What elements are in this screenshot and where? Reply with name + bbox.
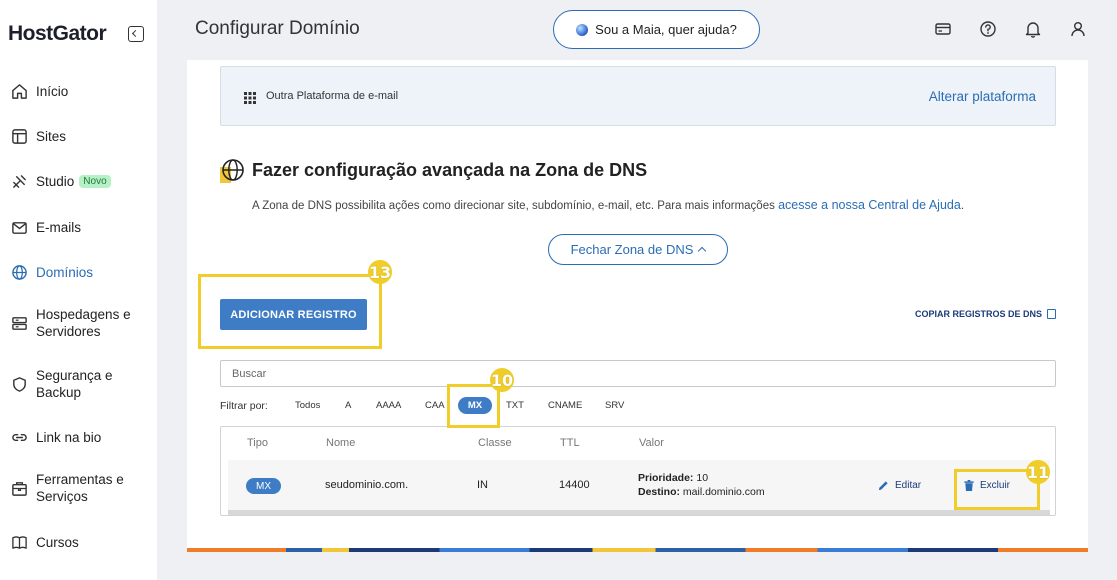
bell-icon[interactable] (1023, 19, 1043, 39)
sidebar-item-label: Studio (36, 173, 75, 189)
step-marker-10: 10 (490, 368, 514, 392)
sidebar-item-cursos[interactable]: Cursos (10, 533, 150, 551)
sidebar-item-sites[interactable]: Sites (10, 127, 150, 145)
horizontal-scrollbar[interactable] (228, 510, 1050, 515)
brand-stripe (187, 548, 1088, 552)
help-center-link[interactable]: acesse a nossa Central de Ajuda (778, 198, 961, 212)
copy-icon (1047, 309, 1056, 319)
sidebar-item-label: Domínios (36, 264, 94, 280)
search-input[interactable] (221, 361, 1055, 386)
record-class: IN (477, 479, 488, 491)
email-platform-label: Outra Plataforma de e-mail (266, 90, 399, 102)
page-title: Configurar Domínio (195, 18, 360, 39)
sidebar-item-link-bio[interactable]: Link na bio (10, 428, 150, 446)
collapse-sidebar-icon[interactable] (128, 26, 144, 42)
close-dns-zone-label: Fechar Zona de DNS (570, 242, 694, 257)
shield-icon (10, 375, 28, 393)
col-header-nome: Nome (326, 437, 356, 449)
sidebar-item-label: Link na bio (36, 429, 102, 445)
sidebar-item-label: Início (36, 83, 69, 99)
book-icon (10, 533, 28, 551)
dns-globe-icon (220, 159, 244, 183)
sidebar-item-label: Sites (36, 128, 67, 144)
copy-dns-records-link[interactable]: COPIAR REGISTROS DE DNS (915, 309, 1056, 319)
dns-description-end: . (960, 200, 965, 212)
user-icon[interactable] (1068, 19, 1088, 39)
sidebar-item-hospedagens[interactable]: Hospedagens e Servidores (10, 306, 150, 340)
record-destination: Destino: mail.dominio.com (638, 486, 765, 498)
edit-record-button[interactable]: Editar (878, 480, 921, 491)
sidebar-item-dominios[interactable]: Domínios (10, 263, 150, 281)
dns-description-text: A Zona de DNS possibilita ações como dir… (252, 200, 775, 212)
help-icon[interactable] (978, 19, 998, 39)
sidebar-item-seguranca[interactable]: Segurança e Backup (10, 367, 150, 401)
mail-icon (10, 218, 28, 236)
filter-a[interactable]: A (345, 400, 351, 411)
home-icon (10, 82, 28, 100)
sidebar-item-studio[interactable]: Studio Novo (10, 172, 150, 190)
sidebar-item-label: Ferramentas e Serviços (36, 472, 124, 504)
col-header-valor: Valor (639, 437, 664, 449)
search-field[interactable] (220, 360, 1056, 387)
sidebar: HostGator Início Sites Studio Novo E-mai… (0, 0, 157, 580)
change-platform-link[interactable]: Alterar plataforma (929, 89, 1036, 104)
studio-icon (10, 172, 28, 190)
card-icon[interactable] (933, 19, 953, 39)
link-icon (10, 428, 28, 446)
table-row: MX seudominio.com. IN 14400 Prioridade: … (228, 460, 1050, 510)
step-marker-13: 13 (368, 260, 392, 284)
sidebar-item-emails[interactable]: E-mails (10, 218, 150, 236)
grid-icon (244, 92, 256, 104)
filter-cname[interactable]: CNAME (548, 400, 582, 411)
email-platform-box: Outra Plataforma de e-mail Alterar plata… (220, 66, 1056, 126)
dns-section-title: Fazer configuração avançada na Zona de D… (252, 160, 648, 180)
destination-label: Destino: (638, 486, 680, 498)
priority-label: Prioridade: (638, 472, 694, 484)
record-type-badge: MX (246, 478, 281, 494)
chevron-up-icon (698, 246, 707, 256)
filter-todos[interactable]: Todos (295, 400, 320, 411)
highlight-mx-filter (447, 384, 500, 428)
maia-assistant-button[interactable]: Sou a Maia, quer ajuda? (553, 10, 760, 49)
dns-records-table: Tipo Nome Classe TTL Valor MX seudominio… (220, 426, 1056, 516)
filter-srv[interactable]: SRV (605, 400, 624, 411)
copy-dns-records-label: COPIAR REGISTROS DE DNS (914, 309, 1042, 319)
new-badge: Novo (79, 174, 111, 188)
sidebar-item-label: Cursos (36, 534, 79, 550)
filter-aaaa[interactable]: AAAA (376, 400, 401, 411)
filter-txt[interactable]: TXT (506, 400, 524, 411)
priority-value: 10 (696, 472, 709, 484)
sidebar-item-label: E-mails (36, 219, 82, 235)
record-priority: Prioridade: 10 (638, 472, 708, 484)
globe-icon (10, 263, 28, 281)
col-header-ttl: TTL (560, 437, 580, 449)
sidebar-item-label: Hospedagens e Servidores (36, 307, 131, 339)
sidebar-item-label: Segurança e Backup (36, 368, 113, 400)
edit-record-label: Editar (895, 480, 922, 491)
sidebar-item-ferramentas[interactable]: Ferramentas e Serviços (10, 471, 150, 505)
destination-value: mail.dominio.com (682, 486, 765, 498)
filter-caa[interactable]: CAA (425, 400, 445, 411)
col-header-tipo: Tipo (247, 437, 268, 449)
close-dns-zone-button[interactable]: Fechar Zona de DNS (548, 234, 728, 265)
pencil-icon (878, 481, 888, 491)
sidebar-item-inicio[interactable]: Início (10, 82, 150, 100)
browser-icon (10, 127, 28, 145)
record-name: seudominio.com. (325, 479, 409, 491)
step-marker-11: 11 (1026, 460, 1050, 484)
col-header-classe: Classe (478, 437, 512, 449)
maia-avatar-icon (576, 23, 589, 36)
server-icon (10, 314, 28, 332)
record-ttl: 14400 (559, 479, 590, 491)
filter-label: Filtrar por: (220, 400, 268, 412)
dns-description: A Zona de DNS possibilita ações como dir… (252, 198, 964, 212)
hostgator-logo[interactable]: HostGator (8, 22, 107, 46)
toolbox-icon (10, 479, 28, 497)
maia-assistant-label: Sou a Maia, quer ajuda? (595, 22, 737, 37)
highlight-add-record (198, 274, 382, 349)
